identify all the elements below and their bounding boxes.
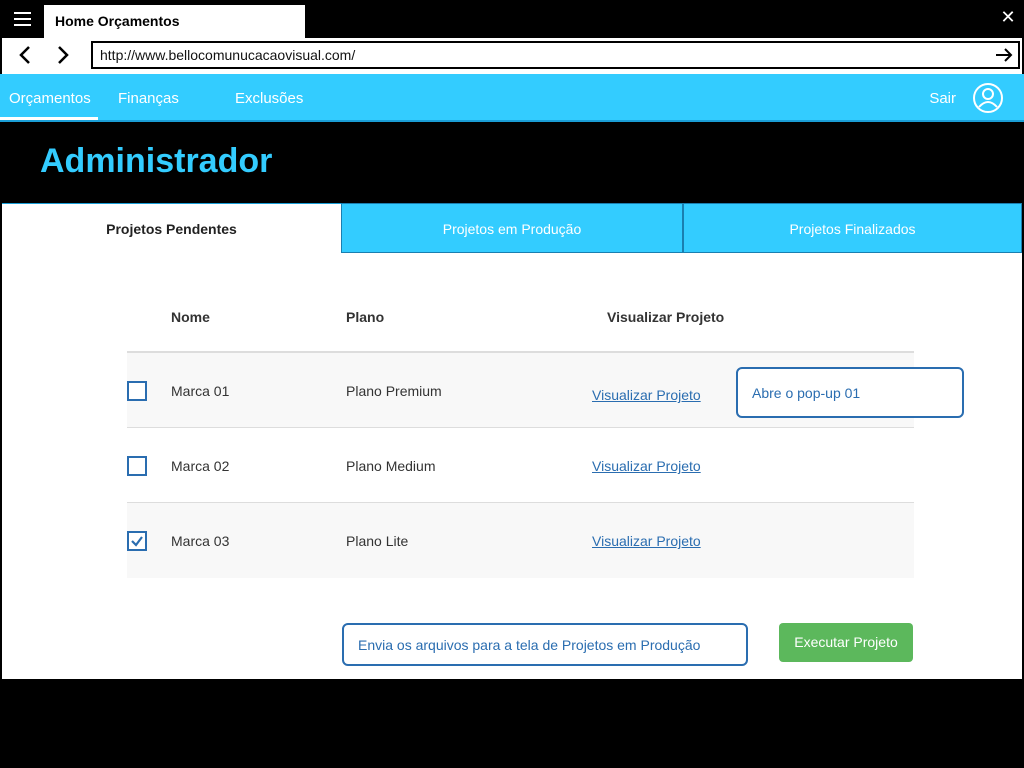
close-icon[interactable]: ✕ bbox=[998, 7, 1018, 27]
nav-item-exclusoes[interactable]: Exclusões bbox=[235, 74, 303, 120]
table-row: Marca 02 Plano Medium Visualizar Projeto bbox=[127, 428, 914, 503]
url-text: http://www.bellocomunucacaovisual.com/ bbox=[100, 47, 356, 63]
page-title: Administrador bbox=[40, 142, 273, 180]
row-checkbox[interactable] bbox=[127, 456, 147, 476]
tab-projetos-pendentes[interactable]: Projetos Pendentes bbox=[2, 203, 341, 253]
hamburger-menu-icon[interactable] bbox=[0, 0, 44, 38]
cell-nome: Marca 03 bbox=[171, 533, 230, 549]
tab-bar: Projetos Pendentes Projetos em Produção … bbox=[2, 203, 1022, 253]
browser-tab[interactable]: Home Orçamentos bbox=[44, 5, 305, 38]
browser-titlebar: Home Orçamentos ✕ bbox=[0, 0, 1024, 38]
table-header: Nome Plano Visualizar Projeto bbox=[127, 291, 914, 353]
tab-projetos-em-producao[interactable]: Projetos em Produção bbox=[341, 203, 683, 253]
cell-nome: Marca 02 bbox=[171, 458, 230, 474]
url-input[interactable]: http://www.bellocomunucacaovisual.com/ bbox=[91, 41, 1020, 69]
tab-projetos-finalizados[interactable]: Projetos Finalizados bbox=[683, 203, 1022, 253]
row-checkbox-checked[interactable] bbox=[127, 531, 147, 551]
view-project-link[interactable]: Visualizar Projeto bbox=[592, 387, 701, 403]
forward-arrow-icon[interactable] bbox=[50, 43, 74, 67]
main-content: Projetos Pendentes Projetos em Produção … bbox=[2, 203, 1022, 679]
column-header-nome: Nome bbox=[171, 309, 210, 325]
app-navbar: Orçamentos Finanças Exclusões Sair bbox=[0, 74, 1024, 122]
go-arrow-icon[interactable] bbox=[994, 45, 1014, 65]
view-project-link[interactable]: Visualizar Projeto bbox=[592, 533, 701, 549]
browser-navbar: http://www.bellocomunucacaovisual.com/ bbox=[0, 38, 1024, 74]
cell-plano: Plano Premium bbox=[346, 383, 442, 399]
page-footer bbox=[0, 679, 1024, 768]
nav-item-orcamentos[interactable]: Orçamentos bbox=[0, 74, 98, 120]
cell-nome: Marca 01 bbox=[171, 383, 230, 399]
send-files-annotation: Envia os arquivos para a tela de Projeto… bbox=[342, 623, 748, 666]
row-checkbox[interactable] bbox=[127, 381, 147, 401]
nav-item-financas[interactable]: Finanças bbox=[118, 74, 179, 120]
column-header-visualizar: Visualizar Projeto bbox=[607, 309, 725, 325]
cell-plano: Plano Medium bbox=[346, 458, 436, 474]
execute-project-button[interactable]: Executar Projeto bbox=[779, 623, 913, 662]
back-arrow-icon[interactable] bbox=[14, 43, 38, 67]
cell-plano: Plano Lite bbox=[346, 533, 409, 549]
view-project-link[interactable]: Visualizar Projeto bbox=[592, 458, 701, 474]
page-header: Administrador bbox=[0, 122, 1024, 203]
user-avatar-icon[interactable] bbox=[972, 82, 1004, 114]
column-header-plano: Plano bbox=[346, 309, 385, 325]
checkmark-icon bbox=[131, 536, 143, 547]
popup-annotation: Abre o pop-up 01 bbox=[736, 367, 964, 418]
projects-table: Nome Plano Visualizar Projeto Marca 01 P… bbox=[127, 291, 914, 578]
logout-link[interactable]: Sair bbox=[929, 74, 956, 124]
table-row: Marca 03 Plano Lite Visualizar Projeto bbox=[127, 503, 914, 578]
